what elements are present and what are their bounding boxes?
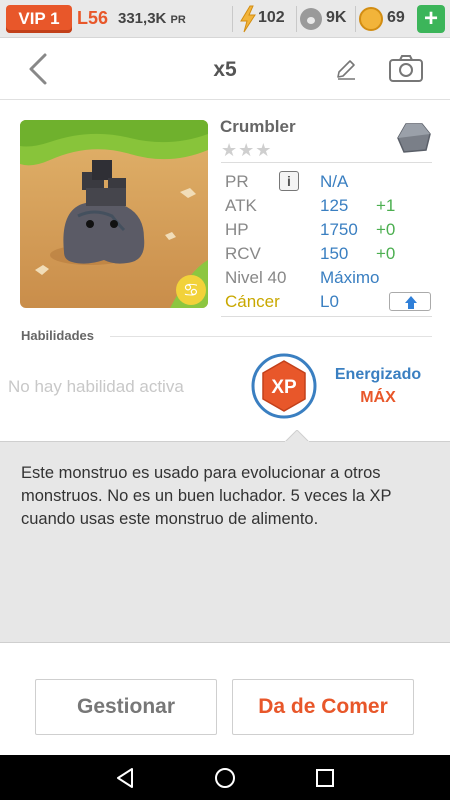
upgrade-sign-button[interactable] — [389, 292, 431, 311]
coin-icon — [359, 7, 383, 31]
system-nav-bar — [0, 755, 450, 800]
rock-element-icon — [397, 123, 431, 153]
manage-button[interactable]: Gestionar — [35, 679, 217, 735]
stat-value-pr: N/A — [320, 172, 349, 191]
stat-value-rcv: 150 — [320, 244, 349, 263]
skills-heading: Habilidades — [21, 328, 94, 343]
divider — [355, 6, 356, 32]
stat-value-hp: 1750 — [320, 220, 358, 239]
xp-badge-icon: XP — [251, 353, 317, 419]
stat-label-level: Nivel 40 — [225, 268, 287, 287]
player-level: L56 — [77, 8, 109, 28]
pr-value: 331,3K — [118, 10, 167, 27]
divider — [296, 6, 297, 32]
monster-description: Este monstruo es usado para evolucionar … — [21, 464, 392, 528]
rarity-stars: ★★★ — [221, 140, 273, 160]
zodiac-sign-level: L0 — [320, 292, 339, 311]
stat-value-atk: 125 — [320, 196, 349, 215]
energy-bolt-icon — [240, 5, 256, 33]
arrow-up-icon — [405, 296, 417, 309]
stat-bonus-rcv: +0 — [376, 244, 396, 263]
edit-pencil-icon[interactable] — [335, 58, 357, 80]
energized-label: Energizado — [334, 366, 422, 383]
stat-label-pr: PR — [225, 172, 249, 191]
stat-bonus-hp: +0 — [376, 220, 396, 239]
stat-bonus-atk: +1 — [376, 196, 396, 215]
monster-portrait[interactable]: ♋ — [20, 120, 208, 308]
nav-home-icon[interactable] — [213, 766, 237, 790]
vip-badge[interactable]: VIP 1 — [6, 5, 72, 33]
xp-skill-badge[interactable]: XP — [251, 353, 317, 419]
paw-count[interactable]: 9K — [326, 9, 346, 27]
info-icon[interactable]: i — [279, 171, 299, 191]
feed-button[interactable]: Da de Comer — [232, 679, 414, 735]
stat-label-hp: HP — [225, 220, 249, 239]
divider — [221, 316, 432, 317]
paw-icon — [300, 8, 322, 30]
status-bar: VIP 1 L56 331,3K PR 102 9K 69 + — [0, 0, 450, 38]
stat-label-atk: ATK — [225, 196, 257, 215]
zodiac-sign-label: Cáncer — [225, 292, 280, 311]
nav-back-icon[interactable] — [113, 766, 137, 790]
divider — [232, 6, 233, 32]
nav-recents-icon[interactable] — [313, 766, 337, 790]
svg-text:♋: ♋ — [183, 280, 199, 301]
camera-icon[interactable] — [388, 53, 424, 83]
pr-unit: PR — [170, 14, 186, 26]
coin-count[interactable]: 69 — [387, 9, 405, 27]
page-title: x5 — [213, 58, 237, 81]
divider — [221, 162, 432, 163]
energy-count[interactable]: 102 — [258, 9, 285, 27]
power-rating: 331,3K PR — [118, 10, 186, 27]
stat-label-rcv: RCV — [225, 244, 261, 263]
monster-name: Crumbler — [220, 117, 296, 136]
stat-value-level: Máximo — [320, 268, 380, 287]
xp-badge-label: XP — [271, 377, 297, 398]
energized-max-label: MÁX — [360, 389, 396, 406]
no-active-skill-text: No hay habilidad activa — [8, 377, 184, 396]
tooltip-pointer — [285, 430, 309, 443]
divider — [110, 336, 432, 337]
add-currency-button[interactable]: + — [417, 5, 445, 33]
page-header: x5 — [0, 38, 450, 100]
